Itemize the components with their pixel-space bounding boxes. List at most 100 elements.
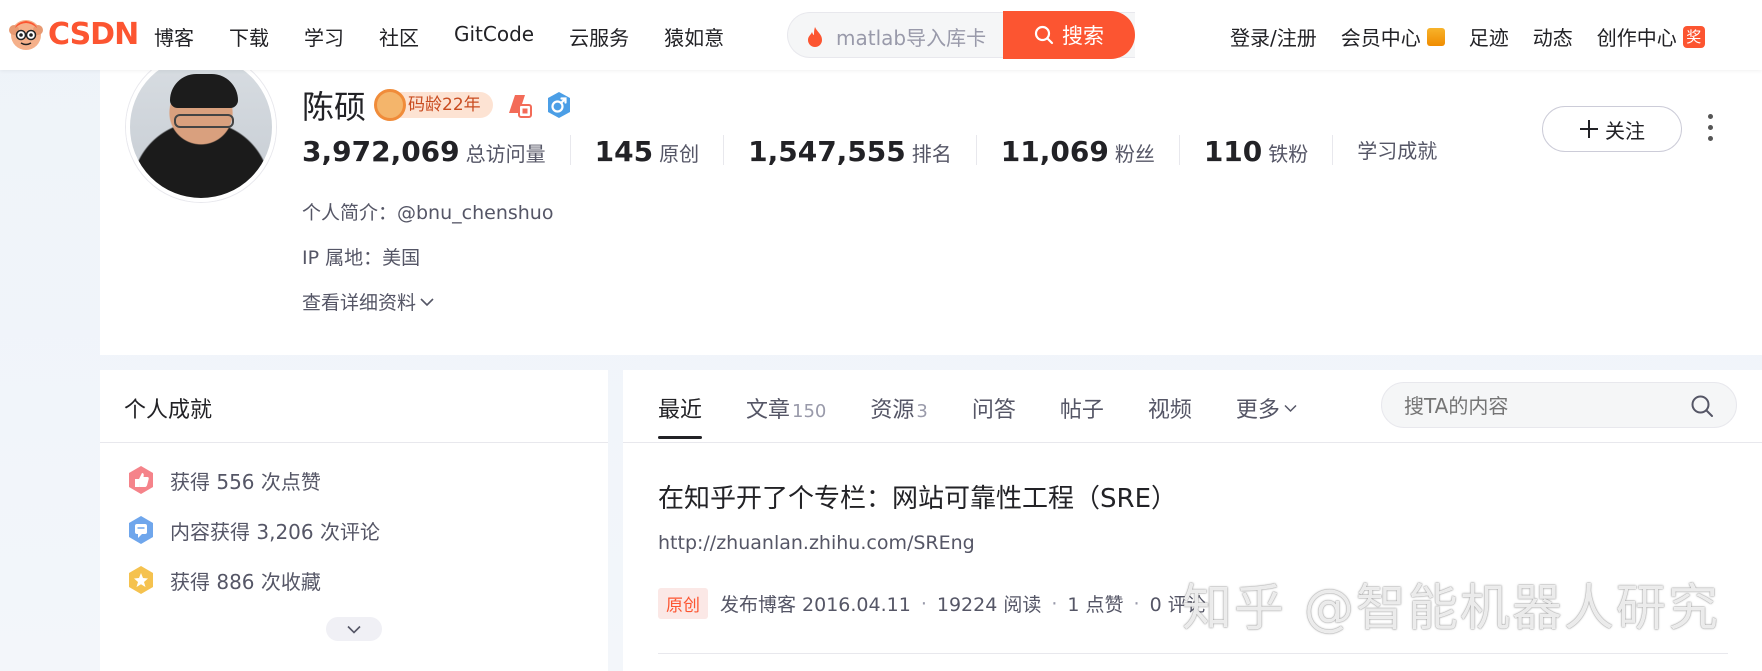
stat-original[interactable]: 145 原创 <box>594 135 725 168</box>
monkey-logo-icon <box>9 20 43 50</box>
tab-recent[interactable]: 最近 <box>658 392 703 439</box>
profile-ip-location: IP 属地：美国 <box>302 247 421 269</box>
content-search-input[interactable] <box>1404 393 1664 419</box>
stat-fans[interactable]: 11,069 粉丝 <box>1000 135 1180 168</box>
creator-center-link[interactable]: 创作中心 奖 <box>1597 22 1705 51</box>
tab-more-label: 更多 <box>1235 398 1280 423</box>
avatar[interactable] <box>126 52 276 202</box>
view-details-link[interactable]: 查看详细资料 <box>302 288 434 315</box>
post-title[interactable]: 在知乎开了个专栏：网站可靠性工程（SRE） <box>658 478 1177 515</box>
watermark: 知乎 @智能机器人研究 <box>1182 579 1720 637</box>
stat-iron-fans-value: 110 <box>1203 135 1263 168</box>
stat-views-label: 总访问量 <box>465 142 546 166</box>
profile-bio: 个人简介：@bnu_chenshuo <box>302 202 554 224</box>
tab-resources-label: 资源 <box>870 398 915 423</box>
achievement-likes: 获得 556 次点赞 <box>126 465 321 495</box>
profile-name-row: 陈硕 码龄22年 <box>302 82 573 128</box>
post-read-count: 19224 阅读 <box>936 594 1042 616</box>
stat-rank[interactable]: 1,547,555 排名 <box>748 135 977 168</box>
achievement-likes-text: 获得 556 次点赞 <box>170 469 321 494</box>
nav-item-cloud[interactable]: 云服务 <box>569 22 629 51</box>
gender-male-icon <box>547 92 570 118</box>
stat-iron-fans[interactable]: 110 铁粉 <box>1203 135 1334 168</box>
achievement-comments-text: 内容获得 3,206 次评论 <box>170 519 380 544</box>
flame-icon <box>808 27 822 47</box>
vip-center-label: 会员中心 <box>1340 26 1421 50</box>
search-input[interactable] <box>836 22 996 50</box>
star-badge-icon <box>129 566 153 594</box>
csdn-logo[interactable]: CSDN <box>8 16 139 52</box>
stat-rank-label: 排名 <box>911 142 952 166</box>
logo-text: CSDN <box>48 16 139 52</box>
stat-fans-label: 粉丝 <box>1114 142 1155 166</box>
code-age-label: 码龄22年 <box>408 95 481 115</box>
stat-fans-value: 11,069 <box>1000 135 1109 168</box>
nav-item-blog[interactable]: 博客 <box>154 22 194 51</box>
creator-center-label: 创作中心 <box>1596 26 1677 50</box>
achievement-favorites: 获得 886 次收藏 <box>126 565 321 595</box>
profile-name: 陈硕 <box>302 88 367 126</box>
view-details-label: 查看详细资料 <box>302 292 417 314</box>
stat-views[interactable]: 3,972,069 总访问量 <box>302 135 571 168</box>
achievement-comments: 内容获得 3,206 次评论 <box>126 515 380 545</box>
content-tabs: 最近 文章 150 资源 3 问答 帖子 视频 更多 <box>658 392 1341 439</box>
tab-articles-label: 文章 <box>746 398 791 423</box>
blog-expert-icon[interactable] <box>505 91 533 119</box>
follow-button[interactable]: 关注 <box>1542 106 1682 152</box>
stat-original-value: 145 <box>594 135 654 168</box>
tab-resources-count: 3 <box>916 401 928 422</box>
achievements-panel: 个人成就 获得 556 次点赞 内容获得 3,206 次评论 获得 886 次收… <box>100 370 608 671</box>
tab-more[interactable]: 更多 <box>1236 392 1297 424</box>
top-navbar: CSDN 博客 下载 学习 社区 GitCode 云服务 猿如意 搜索 登录/注… <box>0 0 1762 70</box>
comment-badge-icon <box>129 516 153 544</box>
nav-item-yuanruyi[interactable]: 猿如意 <box>664 22 724 51</box>
stat-original-label: 原创 <box>659 142 700 166</box>
footprint-link[interactable]: 足迹 <box>1469 22 1509 51</box>
gift-icon <box>1426 27 1445 46</box>
search-icon <box>1034 25 1054 45</box>
nav-item-community[interactable]: 社区 <box>379 22 419 51</box>
post-description: http://zhuanlan.zhihu.com/SREng <box>658 532 975 554</box>
nav-item-learn[interactable]: 学习 <box>304 22 344 51</box>
dynamic-link[interactable]: 动态 <box>1533 22 1573 51</box>
tab-qa[interactable]: 问答 <box>972 392 1016 424</box>
user-nav: 登录/注册 会员中心 足迹 动态 创作中心 奖 <box>1230 22 1729 51</box>
divider <box>623 442 1762 443</box>
tab-posts[interactable]: 帖子 <box>1060 392 1104 424</box>
chevron-down-icon <box>347 625 361 634</box>
nav-item-gitcode[interactable]: GitCode <box>454 22 534 51</box>
original-tag: 原创 <box>658 588 708 619</box>
tab-qa-label: 问答 <box>971 398 1016 423</box>
main-nav: 博客 下载 学习 社区 GitCode 云服务 猿如意 <box>154 22 759 51</box>
tab-resources[interactable]: 资源 3 <box>870 392 927 424</box>
achievements-title: 个人成就 <box>124 398 213 423</box>
tab-articles-count: 150 <box>792 401 827 422</box>
learning-achievement-link[interactable]: 学习成就 <box>1357 135 1437 164</box>
tab-recent-label: 最近 <box>658 398 703 423</box>
tab-videos[interactable]: 视频 <box>1148 392 1192 424</box>
post-meta: 原创 发布博客 2016.04.11 · 19224 阅读 · 1 点赞 · 0… <box>658 588 1206 619</box>
search-button-label: 搜索 <box>1062 24 1104 48</box>
follow-button-label: 关注 <box>1605 118 1645 143</box>
tab-posts-label: 帖子 <box>1059 398 1104 423</box>
tab-videos-label: 视频 <box>1147 398 1192 423</box>
content-search-box <box>1381 382 1737 428</box>
plus-icon <box>1580 120 1598 138</box>
achievement-favorites-text: 获得 886 次收藏 <box>170 569 321 594</box>
nav-item-download[interactable]: 下载 <box>229 22 269 51</box>
search-icon[interactable] <box>1690 394 1714 418</box>
login-link[interactable]: 登录/注册 <box>1230 22 1317 51</box>
divider <box>658 653 1728 654</box>
more-options-icon[interactable] <box>1706 114 1714 144</box>
divider <box>100 442 608 443</box>
search-button[interactable]: 搜索 <box>1003 11 1135 59</box>
code-age-icon <box>374 89 407 121</box>
expand-achievements-button[interactable] <box>326 617 382 641</box>
stat-views-value: 3,972,069 <box>302 135 460 168</box>
profile-stats: 3,972,069 总访问量 145 原创 1,547,555 排名 11,06… <box>302 135 1485 168</box>
vip-center-link[interactable]: 会员中心 <box>1341 22 1445 51</box>
chevron-down-icon <box>1284 404 1297 412</box>
stat-rank-value: 1,547,555 <box>748 135 906 168</box>
tab-articles[interactable]: 文章 150 <box>746 392 826 424</box>
reward-badge: 奖 <box>1682 25 1705 48</box>
